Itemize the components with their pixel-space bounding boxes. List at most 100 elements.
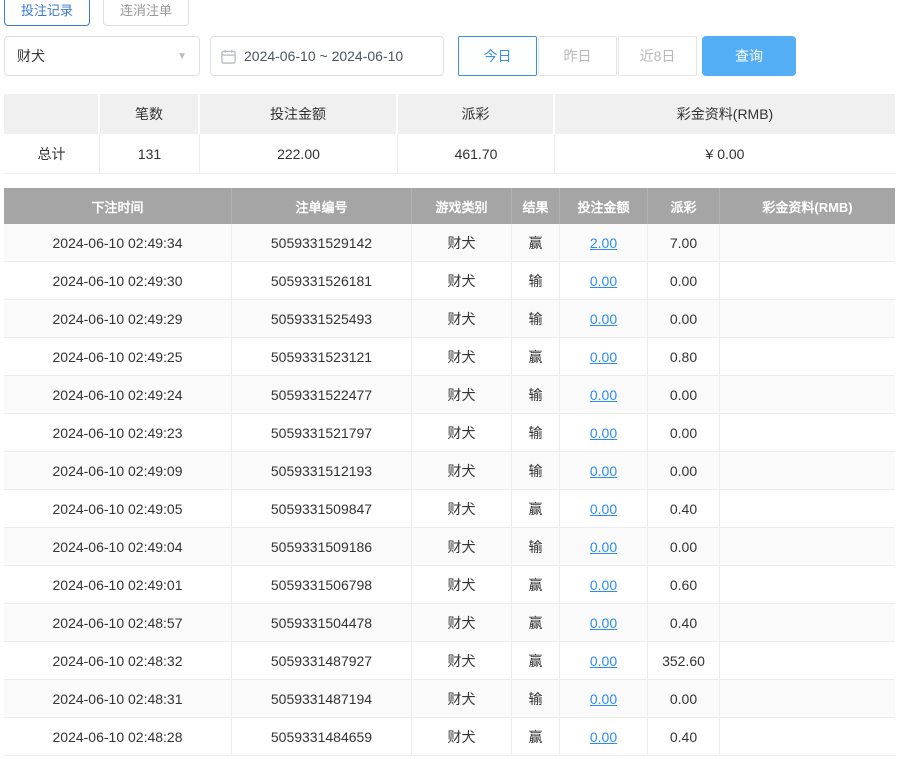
- cell-payout: 0.00: [648, 680, 720, 718]
- cell-bet-amount: 0.00: [560, 718, 648, 756]
- summary-header-count: 笔数: [100, 94, 200, 134]
- summary-table: 笔数 投注金额 派彩 彩金资料(RMB) 总计 131 222.00 461.7…: [4, 94, 895, 174]
- cell-result: 输: [512, 680, 560, 718]
- cell-game-type: 财犬: [412, 300, 512, 338]
- cell-bonus: [720, 604, 895, 642]
- cell-bet-amount: 0.00: [560, 338, 648, 376]
- cell-bet-time: 2024-06-10 02:48:31: [4, 680, 232, 718]
- cell-bet-time: 2024-06-10 02:49:34: [4, 224, 232, 262]
- cell-bonus: [720, 642, 895, 680]
- bet-amount-link[interactable]: 0.00: [590, 653, 617, 669]
- cell-bet-amount: 0.00: [560, 262, 648, 300]
- table-row: 2024-06-10 02:49:24 5059331522477 财犬 输 0…: [4, 376, 895, 414]
- cell-bet-amount: 0.00: [560, 566, 648, 604]
- cell-order-id: 5059331512193: [232, 452, 412, 490]
- quick-range-today[interactable]: 今日: [458, 36, 537, 76]
- header-bet-time: 下注时间: [4, 188, 232, 224]
- cell-game-type: 财犬: [412, 528, 512, 566]
- cell-bet-time: 2024-06-10 02:49:05: [4, 490, 232, 528]
- cell-game-type: 财犬: [412, 604, 512, 642]
- cell-bonus: [720, 452, 895, 490]
- cell-payout: 352.60: [648, 642, 720, 680]
- tab-cancelled-orders[interactable]: 连消注单: [103, 0, 189, 26]
- bet-amount-link[interactable]: 0.00: [590, 501, 617, 517]
- cell-result: 输: [512, 528, 560, 566]
- filter-bar: 财犬 ▼ 2024-06-10 ~ 2024-06-10 今日 昨日 近8日 查…: [4, 36, 895, 76]
- cell-bet-time: 2024-06-10 02:49:09: [4, 452, 232, 490]
- cell-bonus: [720, 224, 895, 262]
- cell-bet-time: 2024-06-10 02:48:32: [4, 642, 232, 680]
- cell-order-id: 5059331529142: [232, 224, 412, 262]
- header-bet-amount: 投注金额: [560, 188, 648, 224]
- cell-order-id: 5059331523121: [232, 338, 412, 376]
- bet-amount-link[interactable]: 0.00: [590, 273, 617, 289]
- cell-bonus: [720, 300, 895, 338]
- cell-bet-time: 2024-06-10 02:48:28: [4, 718, 232, 756]
- cell-payout: 0.00: [648, 452, 720, 490]
- bet-amount-link[interactable]: 0.00: [590, 615, 617, 631]
- table-row: 2024-06-10 02:48:28 5059331484659 财犬 赢 0…: [4, 718, 895, 756]
- game-type-select[interactable]: 财犬 ▼: [4, 36, 200, 76]
- bet-amount-link[interactable]: 0.00: [590, 311, 617, 327]
- cell-payout: 0.00: [648, 376, 720, 414]
- calendar-icon: [221, 49, 236, 64]
- bet-amount-link[interactable]: 0.00: [590, 425, 617, 441]
- bet-amount-link[interactable]: 0.00: [590, 539, 617, 555]
- cell-bet-amount: 0.00: [560, 604, 648, 642]
- cell-bet-time: 2024-06-10 02:49:24: [4, 376, 232, 414]
- cell-order-id: 5059331521797: [232, 414, 412, 452]
- cell-game-type: 财犬: [412, 680, 512, 718]
- cell-order-id: 5059331509847: [232, 490, 412, 528]
- bet-amount-link[interactable]: 0.00: [590, 691, 617, 707]
- bet-amount-link[interactable]: 0.00: [590, 387, 617, 403]
- summary-header-payout: 派彩: [398, 94, 555, 134]
- table-row: 2024-06-10 02:49:34 5059331529142 财犬 赢 2…: [4, 224, 895, 262]
- cell-bonus: [720, 376, 895, 414]
- cell-bonus: [720, 414, 895, 452]
- cell-bonus: [720, 490, 895, 528]
- cell-payout: 0.40: [648, 604, 720, 642]
- cell-order-id: 5059331506798: [232, 566, 412, 604]
- cell-payout: 0.40: [648, 490, 720, 528]
- date-range-picker[interactable]: 2024-06-10 ~ 2024-06-10: [210, 36, 444, 76]
- cell-payout: 0.00: [648, 528, 720, 566]
- cell-result: 输: [512, 452, 560, 490]
- cell-bet-time: 2024-06-10 02:49:30: [4, 262, 232, 300]
- summary-total-label: 总计: [4, 134, 100, 174]
- summary-header-blank: [4, 94, 100, 134]
- table-row: 2024-06-10 02:49:23 5059331521797 财犬 输 0…: [4, 414, 895, 452]
- bet-table-body: 2024-06-10 02:49:34 5059331529142 财犬 赢 2…: [4, 224, 895, 756]
- bet-records-page: 投注记录 连消注单 财犬 ▼ 2024-06-10 ~ 2024-06-10 今…: [0, 0, 895, 756]
- bet-amount-link[interactable]: 0.00: [590, 349, 617, 365]
- cell-game-type: 财犬: [412, 224, 512, 262]
- cell-order-id: 5059331484659: [232, 718, 412, 756]
- cell-bonus: [720, 566, 895, 604]
- tab-bet-records[interactable]: 投注记录: [4, 0, 90, 26]
- cell-game-type: 财犬: [412, 642, 512, 680]
- summary-header-bet-amount: 投注金额: [200, 94, 398, 134]
- quick-range-yesterday[interactable]: 昨日: [538, 36, 617, 76]
- search-button[interactable]: 查询: [702, 36, 796, 76]
- table-row: 2024-06-10 02:49:30 5059331526181 财犬 输 0…: [4, 262, 895, 300]
- cell-game-type: 财犬: [412, 414, 512, 452]
- table-row: 2024-06-10 02:49:25 5059331523121 财犬 赢 0…: [4, 338, 895, 376]
- cell-game-type: 财犬: [412, 452, 512, 490]
- table-row: 2024-06-10 02:49:09 5059331512193 财犬 输 0…: [4, 452, 895, 490]
- cell-result: 赢: [512, 642, 560, 680]
- cell-bet-time: 2024-06-10 02:49:23: [4, 414, 232, 452]
- cell-game-type: 财犬: [412, 718, 512, 756]
- bet-amount-link[interactable]: 0.00: [590, 729, 617, 745]
- bet-amount-link[interactable]: 0.00: [590, 463, 617, 479]
- table-row: 2024-06-10 02:48:57 5059331504478 财犬 赢 0…: [4, 604, 895, 642]
- table-row: 2024-06-10 02:49:05 5059331509847 财犬 赢 0…: [4, 490, 895, 528]
- summary-total-count: 131: [100, 134, 200, 174]
- cell-payout: 0.00: [648, 262, 720, 300]
- cell-bet-amount: 0.00: [560, 414, 648, 452]
- cell-order-id: 5059331487927: [232, 642, 412, 680]
- bet-amount-link[interactable]: 2.00: [590, 235, 617, 251]
- cell-bet-amount: 0.00: [560, 300, 648, 338]
- date-range-value: 2024-06-10 ~ 2024-06-10: [244, 48, 403, 64]
- table-row: 2024-06-10 02:49:29 5059331525493 财犬 输 0…: [4, 300, 895, 338]
- bet-amount-link[interactable]: 0.00: [590, 577, 617, 593]
- quick-range-last-8-days[interactable]: 近8日: [618, 36, 697, 76]
